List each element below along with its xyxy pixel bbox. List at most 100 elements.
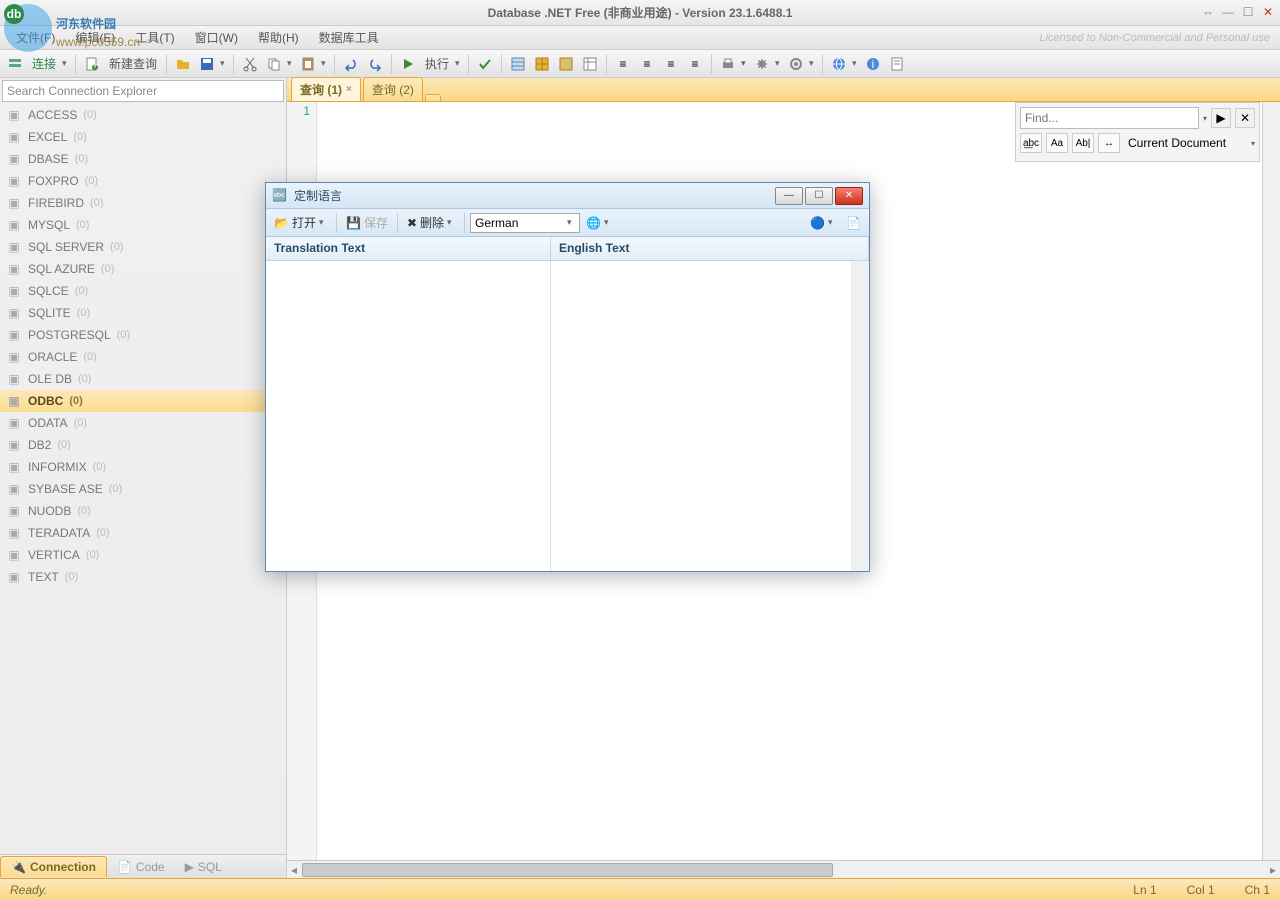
conn-firebird[interactable]: ▣FIREBIRD (0) (0, 192, 286, 214)
execute-dropdown-icon[interactable]: ▾ (455, 58, 463, 69)
paste-dropdown-icon[interactable]: ▾ (321, 58, 329, 69)
menu-file[interactable]: 文件(F) (6, 26, 65, 49)
conn-excel[interactable]: ▣EXCEL (0) (0, 126, 286, 148)
dialog-minimize-button[interactable]: — (775, 187, 803, 205)
conn-sql-azure[interactable]: ▣SQL AZURE (0) (0, 258, 286, 280)
tools-dropdown-icon[interactable]: ▾ (775, 58, 783, 69)
menu-dbtools[interactable]: 数据库工具 (309, 26, 389, 49)
gear-button[interactable] (785, 53, 807, 75)
menu-window[interactable]: 窗口(W) (185, 26, 248, 49)
find-history-dropdown-icon[interactable]: ▾ (1203, 114, 1207, 123)
connect-label[interactable]: 连接 (28, 55, 60, 72)
dialog-language-select[interactable]: German▾ (470, 213, 580, 233)
tab-sql[interactable]: ▶SQL (175, 857, 232, 877)
outdent-button[interactable]: ≡ (660, 53, 682, 75)
conn-teradata[interactable]: ▣TERADATA (0) (0, 522, 286, 544)
conn-db2[interactable]: ▣DB2 (0) (0, 434, 286, 456)
grid3-button[interactable] (555, 53, 577, 75)
editor-vertical-scrollbar[interactable] (1262, 102, 1280, 860)
col-english-text[interactable]: English Text (551, 237, 869, 260)
conn-sqlce[interactable]: ▣SQLCE (0) (0, 280, 286, 302)
menu-edit[interactable]: 编辑(E) (65, 26, 125, 49)
dialog-export-button[interactable]: 📄 (842, 214, 865, 232)
new-query-label[interactable]: 新建查询 (105, 55, 161, 72)
script-button[interactable] (886, 53, 908, 75)
grid1-button[interactable] (507, 53, 529, 75)
find-next-button[interactable]: ▶ (1211, 108, 1231, 128)
dialog-maximize-button[interactable]: ☐ (805, 187, 833, 205)
find-word-toggle[interactable]: Ab| (1072, 133, 1094, 153)
col-translation-text[interactable]: Translation Text (266, 237, 551, 260)
new-tab-button[interactable] (425, 94, 441, 101)
conn-oracle[interactable]: ▣ORACLE (0) (0, 346, 286, 368)
conn-mysql[interactable]: ▣MYSQL (0) (0, 214, 286, 236)
dialog-vertical-scrollbar[interactable] (851, 261, 869, 571)
help-dropdown-icon[interactable]: ▾ (852, 58, 860, 69)
editor-horizontal-scrollbar[interactable]: ◂ ▸ (287, 860, 1280, 878)
search-connection-input[interactable]: Search Connection Explorer (2, 80, 284, 102)
dialog-save-button[interactable]: 💾保存 (342, 212, 392, 233)
find-regex-toggle[interactable]: a͟bc (1020, 133, 1042, 153)
dialog-translate-button[interactable]: 🌐▾ (582, 214, 616, 232)
restore-horizontal-icon[interactable]: ⇔ (1198, 3, 1218, 21)
tab-connection[interactable]: 🔌Connection (0, 856, 107, 877)
tools-button[interactable] (751, 53, 773, 75)
conn-dbase[interactable]: ▣DBASE (0) (0, 148, 286, 170)
conn-odata[interactable]: ▣ODATA (0) (0, 412, 286, 434)
connect-dropdown-icon[interactable]: ▾ (62, 58, 70, 69)
indent-right-button[interactable]: ≡ (636, 53, 658, 75)
menu-help[interactable]: 帮助(H) (248, 26, 309, 49)
execute-label[interactable]: 执行 (421, 55, 453, 72)
print-button[interactable] (717, 53, 739, 75)
table-grid-button[interactable] (579, 53, 601, 75)
find-scope-select[interactable]: Current Document (1124, 136, 1247, 150)
paste-button[interactable] (297, 53, 319, 75)
print-dropdown-icon[interactable]: ▾ (741, 58, 749, 69)
query-tab-2[interactable]: 查询 (2) (363, 77, 423, 101)
indent-button[interactable]: ≡ (684, 53, 706, 75)
close-tab-icon[interactable]: × (346, 84, 352, 95)
redo-button[interactable] (364, 53, 386, 75)
conn-odbc[interactable]: ▣ODBC (0) (0, 390, 286, 412)
conn-text[interactable]: ▣TEXT (0) (0, 566, 286, 588)
tab-code[interactable]: 📄Code (107, 857, 175, 877)
conn-sqlite[interactable]: ▣SQLITE (0) (0, 302, 286, 324)
conn-informix[interactable]: ▣INFORMIX (0) (0, 456, 286, 478)
conn-foxpro[interactable]: ▣FOXPRO (0) (0, 170, 286, 192)
gear-dropdown-icon[interactable]: ▾ (809, 58, 817, 69)
dialog-help-button[interactable]: 🔵▾ (806, 214, 840, 232)
dialog-titlebar[interactable]: 🔤 定制语言 — ☐ ✕ (266, 183, 869, 209)
info-button[interactable]: i (862, 53, 884, 75)
save-dropdown-icon[interactable]: ▾ (220, 58, 228, 69)
close-button[interactable]: ✕ (1258, 3, 1278, 21)
conn-sql-server[interactable]: ▣SQL SERVER (0) (0, 236, 286, 258)
open-button[interactable] (172, 53, 194, 75)
find-close-button[interactable]: ✕ (1235, 108, 1255, 128)
dialog-delete-button[interactable]: ✖删除▾ (403, 212, 459, 233)
connect-button[interactable] (4, 53, 26, 75)
conn-access[interactable]: ▣ACCESS (0) (0, 104, 286, 126)
maximize-button[interactable]: ☐ (1238, 3, 1258, 21)
new-query-button[interactable]: + (81, 53, 103, 75)
cut-button[interactable] (239, 53, 261, 75)
conn-postgresql[interactable]: ▣POSTGRESQL (0) (0, 324, 286, 346)
query-tab-1[interactable]: 查询 (1)× (291, 77, 361, 101)
dialog-open-button[interactable]: 📂打开▾ (270, 212, 331, 233)
find-input[interactable] (1020, 107, 1199, 129)
find-scope-dropdown-icon[interactable]: ▾ (1251, 139, 1255, 148)
minimize-button[interactable]: — (1218, 3, 1238, 21)
conn-sybase-ase[interactable]: ▣SYBASE ASE (0) (0, 478, 286, 500)
save-button[interactable] (196, 53, 218, 75)
execute-button[interactable] (397, 53, 419, 75)
conn-nuodb[interactable]: ▣NUODB (0) (0, 500, 286, 522)
conn-vertica[interactable]: ▣VERTICA (0) (0, 544, 286, 566)
dialog-close-button[interactable]: ✕ (835, 187, 863, 205)
help-globe-button[interactable] (828, 53, 850, 75)
indent-left-button[interactable]: ≡ (612, 53, 634, 75)
grid2-button[interactable] (531, 53, 553, 75)
find-case-toggle[interactable]: Aa (1046, 133, 1068, 153)
conn-ole-db[interactable]: ▣OLE DB (0) (0, 368, 286, 390)
copy-dropdown-icon[interactable]: ▾ (287, 58, 295, 69)
check-button[interactable] (474, 53, 496, 75)
copy-button[interactable] (263, 53, 285, 75)
